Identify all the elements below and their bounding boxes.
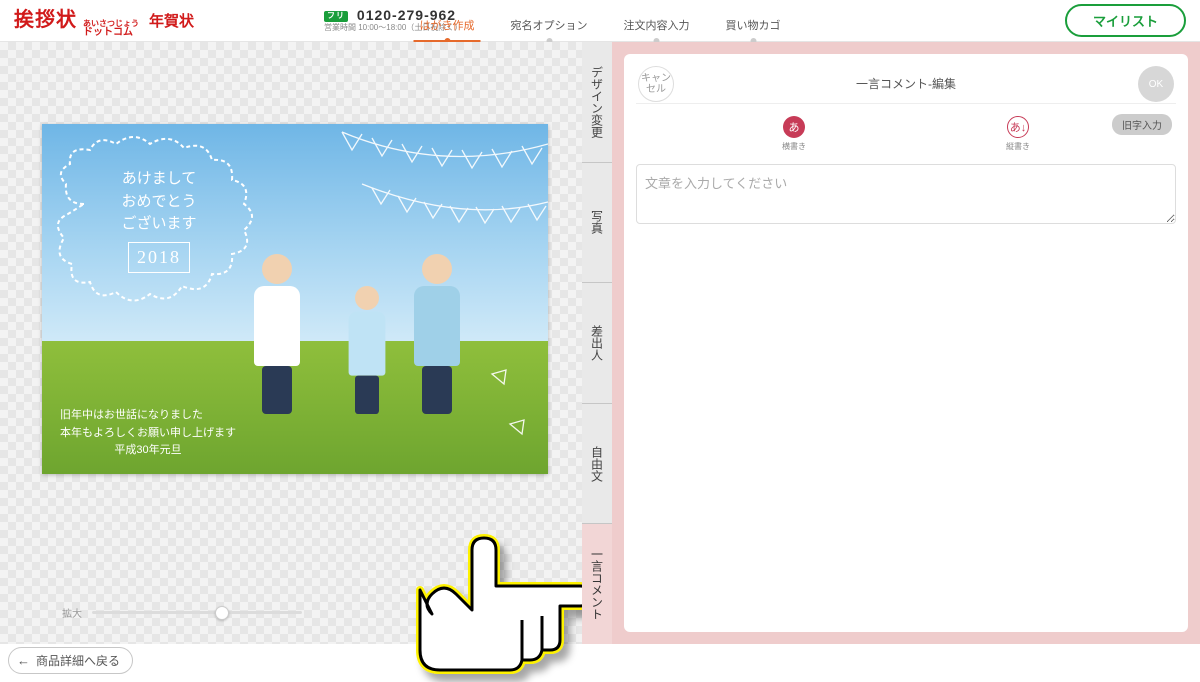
logo-dotcom: ドットコム (83, 28, 139, 38)
tab-design-change[interactable]: デザイン変更 (582, 42, 612, 163)
logo-main: 挨拶状 (14, 3, 77, 32)
pointer-hand-icon (400, 520, 590, 682)
tab-comment[interactable]: 一言コメント (582, 524, 612, 644)
editor-header: キャン セル 一言コメント-編集 OK (636, 64, 1176, 104)
old-char-button[interactable]: 旧字入力 (1112, 114, 1172, 135)
tab-freetext[interactable]: 自由文 (582, 404, 612, 525)
orientation-horizontal[interactable]: あ 横書き (782, 116, 806, 152)
comment-textarea[interactable] (636, 164, 1176, 224)
zoom-slider[interactable]: 拡大 (62, 605, 302, 620)
mylist-button[interactable]: マイリスト (1065, 4, 1186, 37)
back-button-label: 商品詳細へ戻る (36, 652, 120, 669)
step-order[interactable]: 注文内容入力 (624, 17, 690, 41)
progress-steps: はがき作成 宛名オプション 注文内容入力 買い物カゴ (420, 17, 781, 41)
arrow-left-icon: ← (17, 653, 30, 668)
postcard-preview[interactable]: あけまして おめでとう ございます 2018 旧年中はお世話になりました 本年も… (42, 124, 548, 474)
person-1 (242, 254, 312, 414)
greeting-bubble: あけまして おめでとう ございます 2018 (54, 134, 264, 314)
step-atena[interactable]: 宛名オプション (511, 17, 588, 41)
work-area: あけまして おめでとう ございます 2018 旧年中はお世話になりました 本年も… (0, 42, 1200, 644)
logo-ruby-block: あいさつじょう ドットコム (83, 20, 139, 38)
comment-editor: キャン セル 一言コメント-編集 OK あ 横書き あ↓ 縦書き 旧字入力 (624, 54, 1188, 632)
orientation-row: あ 横書き あ↓ 縦書き 旧字入力 (636, 104, 1176, 156)
person-2 (339, 286, 395, 414)
zoom-label: 拡大 (62, 605, 82, 620)
postcard-footer-text: 旧年中はお世話になりました 本年もよろしくお願い申し上げます 平成30年元旦 (60, 407, 236, 460)
greeting-text: あけまして おめでとう ございます 2018 (54, 134, 264, 273)
design-canvas[interactable]: あけまして おめでとう ございます 2018 旧年中はお世話になりました 本年も… (0, 42, 582, 644)
tab-sender[interactable]: 差出人 (582, 283, 612, 404)
zoom-track[interactable] (92, 611, 302, 614)
step-hagaki[interactable]: はがき作成 (420, 17, 475, 41)
orientation-vertical[interactable]: あ↓ 縦書き (1006, 116, 1030, 152)
person-3 (402, 254, 472, 414)
orientation-v-icon: あ↓ (1007, 116, 1029, 138)
editor-title: 一言コメント-編集 (856, 75, 956, 92)
logo-sub: 年賀状 (149, 10, 194, 31)
zoom-thumb[interactable] (215, 606, 229, 620)
greeting-year: 2018 (128, 242, 190, 273)
tab-photo[interactable]: 写真 (582, 163, 612, 284)
freecall-icon: フリ (324, 11, 348, 22)
site-logo: 挨拶状 あいさつじょう ドットコム 年賀状 (14, 3, 194, 38)
side-tabs: デザイン変更 写真 差出人 自由文 一言コメント (582, 42, 612, 644)
orientation-h-icon: あ (783, 116, 805, 138)
back-to-product-button[interactable]: ← 商品詳細へ戻る (8, 647, 133, 674)
cancel-button[interactable]: キャン セル (638, 66, 674, 102)
comment-editor-panel: キャン セル 一言コメント-編集 OK あ 横書き あ↓ 縦書き 旧字入力 (612, 42, 1200, 644)
ok-button[interactable]: OK (1138, 66, 1174, 102)
app-header: 挨拶状 あいさつじょう ドットコム 年賀状 フリ 0120-279-962 営業… (0, 0, 1200, 42)
step-cart[interactable]: 買い物カゴ (726, 17, 781, 41)
